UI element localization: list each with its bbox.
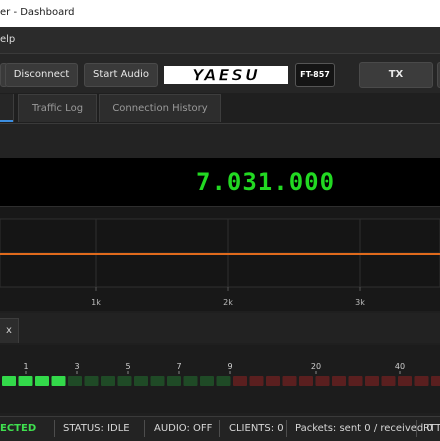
meter-segment — [2, 376, 16, 386]
status-separator — [54, 420, 55, 437]
meter-segment — [266, 376, 280, 386]
spectrum-plot: 1k 2k 3k — [0, 218, 440, 307]
status-clients: CLIENTS: 0 — [229, 423, 284, 434]
meter-scale-1: 1 — [23, 362, 28, 371]
tick-label-3k: 3k — [355, 298, 365, 307]
meter-segment — [167, 376, 181, 386]
meter-scale-5: 5 — [125, 362, 130, 371]
meter-scale-7: 7 — [176, 362, 181, 371]
meter-segment — [216, 376, 231, 386]
meter-scale-3: 3 — [74, 362, 79, 371]
tick-label-2k: 2k — [223, 298, 233, 307]
disconnect-button-label: Disconnect — [13, 69, 70, 80]
tick-label-1k: 1k — [91, 298, 101, 307]
menu-item-help[interactable]: elp — [0, 34, 15, 45]
title-bar: er - Dashboard — [0, 0, 440, 27]
meter-segment — [299, 376, 313, 386]
status-separator — [144, 420, 145, 437]
spectrum-panel: 1k 2k 3k — [0, 206, 440, 311]
meter-segment — [365, 376, 379, 386]
brand-logo-text: YAESU — [192, 67, 260, 83]
status-state: STATUS: IDLE — [63, 423, 130, 434]
meter-segment — [101, 376, 115, 386]
meter-segment — [18, 376, 33, 386]
meter-segment — [68, 376, 82, 386]
meter-segment — [134, 376, 148, 386]
tx-button[interactable]: TX — [359, 62, 433, 88]
tab-traffic-log-label: Traffic Log — [31, 103, 84, 114]
meter-segment — [35, 376, 49, 386]
meter-segment — [348, 376, 363, 386]
meter-segment — [51, 376, 66, 386]
status-packets: Packets: sent 0 / received 0 — [295, 423, 433, 434]
status-separator — [286, 420, 287, 437]
frequency-display: 7.031.000 — [0, 158, 440, 206]
meter-segment — [233, 376, 247, 386]
meter-segment — [315, 376, 330, 386]
meter-scale-40: 40 — [395, 362, 405, 371]
meter-segment — [282, 376, 297, 386]
control-panel — [0, 124, 440, 158]
frequency-readout: 7.031.000 — [196, 168, 336, 196]
meter-segment — [249, 376, 264, 386]
start-audio-button[interactable]: Start Audio — [84, 63, 158, 87]
window-title: er - Dashboard — [0, 7, 75, 18]
meter-segment — [84, 376, 99, 386]
model-badge: FT-857 — [295, 63, 335, 87]
meter-scale-20: 20 — [311, 362, 321, 371]
tab-rx[interactable]: x — [0, 318, 19, 343]
start-audio-button-label: Start Audio — [92, 69, 150, 80]
status-separator — [416, 420, 417, 437]
meter-segment — [414, 376, 429, 386]
status-audio: AUDIO: OFF — [154, 423, 213, 434]
rx-tab-strip — [0, 313, 440, 343]
tab-connection-history[interactable]: Connection History — [99, 94, 221, 122]
signal-meter-panel: 1 3 5 7 9 20 40 — [0, 345, 440, 413]
meter-segment — [431, 376, 440, 386]
meter-segment — [183, 376, 198, 386]
status-rtt: RTT — [423, 423, 440, 434]
meter-scale-9: 9 — [227, 362, 232, 371]
meter-segment — [200, 376, 214, 386]
brand-logo: YAESU — [164, 66, 288, 84]
tab-dashboard-active[interactable] — [0, 94, 14, 122]
status-separator — [219, 420, 220, 437]
menu-bar: elp — [0, 27, 440, 54]
tab-connection-history-label: Connection History — [112, 103, 208, 114]
meter-segment — [150, 376, 165, 386]
meter-segment — [117, 376, 132, 386]
meter-segment — [381, 376, 396, 386]
disconnect-button[interactable]: Disconnect — [5, 63, 78, 87]
tx-button-label: TX — [388, 69, 404, 80]
tab-rx-label: x — [6, 325, 12, 336]
meter-segment — [332, 376, 346, 386]
tab-traffic-log[interactable]: Traffic Log — [18, 94, 97, 122]
meter-segment — [398, 376, 412, 386]
connection-status: ECTED — [0, 423, 37, 434]
signal-meter: 1 3 5 7 9 20 40 — [2, 362, 440, 386]
active-tab-indicator — [0, 120, 13, 122]
yaesu-logo: YAESU — [192, 67, 260, 83]
